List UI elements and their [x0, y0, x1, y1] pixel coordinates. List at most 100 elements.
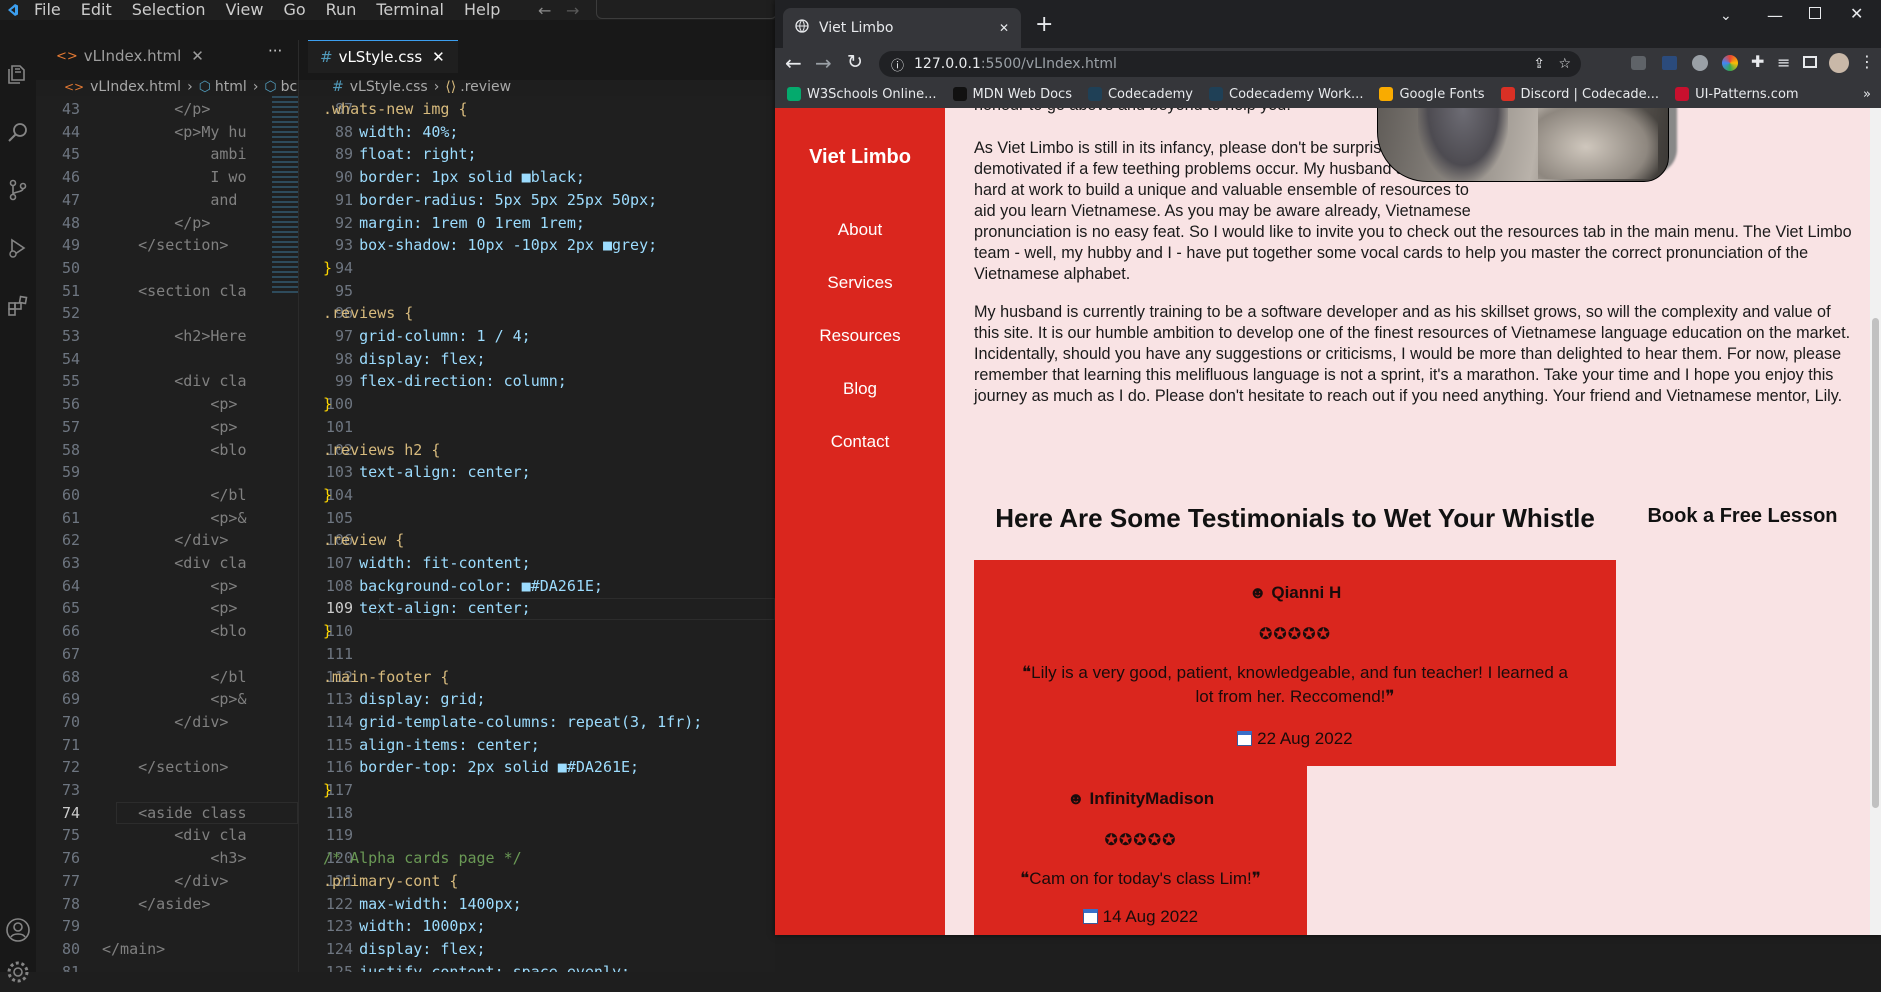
code-line: text-align: center; — [323, 463, 531, 482]
close-window-icon[interactable]: ✕ — [1850, 4, 1863, 23]
scrollbar-thumb[interactable] — [1872, 318, 1879, 808]
new-tab-button[interactable]: + — [1035, 12, 1053, 37]
breadcrumb-left: <> vLIndex.html › ⬡ html › ⬡ bc — [64, 76, 297, 98]
page-scrollbar[interactable] — [1870, 108, 1881, 935]
line-number: 43 — [61, 100, 80, 118]
menu-edit[interactable]: Edit — [71, 0, 122, 20]
run-debug-icon[interactable] — [0, 228, 36, 268]
bookmark-item[interactable]: W3Schools Online... — [787, 87, 937, 102]
nav-services[interactable]: Services — [775, 273, 945, 293]
reading-list-icon[interactable]: ≡ — [1777, 53, 1790, 72]
code-line: <p> — [102, 599, 238, 618]
code-line: width: 1000px; — [323, 917, 486, 936]
bookmark-item[interactable]: UI-Patterns.com — [1675, 87, 1799, 102]
review-date-text: 14 Aug 2022 — [1102, 907, 1199, 926]
line-number: 48 — [61, 213, 80, 232]
bookmark-star-icon[interactable]: ☆ — [1558, 56, 1571, 72]
vscode-logo-icon — [0, 0, 24, 20]
line-number: 68 — [61, 667, 80, 686]
browser-tab[interactable]: Viet Limbo ✕ — [783, 8, 1021, 48]
extensions-icon[interactable] — [0, 286, 36, 326]
bookmark-item[interactable]: MDN Web Docs — [952, 86, 1072, 102]
aside-heading[interactable]: Book a Free Lesson — [1630, 505, 1855, 528]
profile-avatar[interactable] — [1829, 53, 1849, 73]
bookmark-item[interactable]: Discord | Codecade... — [1500, 87, 1659, 102]
code-line: ambi — [102, 145, 247, 164]
nav-forward-icon[interactable]: → — [566, 1, 579, 20]
extension-4-icon[interactable] — [1722, 55, 1738, 71]
menu-kebab-icon[interactable]: ⋮ — [1859, 52, 1875, 71]
code-line: .review { — [323, 531, 405, 550]
brand-title[interactable]: Viet Limbo — [775, 146, 945, 169]
side-panel-icon[interactable] — [1803, 56, 1817, 68]
menu-go[interactable]: Go — [273, 0, 315, 20]
bookmark-item[interactable]: Codecademy Work... — [1209, 87, 1363, 102]
close-icon[interactable]: ✕ — [432, 48, 445, 66]
extension-1-icon[interactable] — [1631, 56, 1646, 70]
menu-terminal[interactable]: Terminal — [366, 0, 454, 20]
tab-vlindex-html[interactable]: <> vLIndex.html ✕ — [36, 40, 266, 72]
reload-icon[interactable]: ↻ — [847, 51, 863, 73]
back-icon[interactable]: ← — [785, 51, 802, 75]
menu-run[interactable]: Run — [316, 0, 367, 20]
extension-3-icon[interactable] — [1692, 55, 1708, 71]
site-info-icon[interactable]: ⓘ — [891, 55, 904, 74]
close-tab-icon[interactable]: ✕ — [999, 21, 1009, 35]
address-bar[interactable]: ⓘ 127.0.0.1:5500/vLIndex.html ⇪ ☆ — [879, 51, 1581, 77]
settings-gear-icon[interactable] — [0, 952, 36, 992]
menu-selection[interactable]: Selection — [122, 0, 216, 20]
line-number: 52 — [61, 304, 80, 323]
code-line: display: flex; — [323, 939, 486, 958]
bookmark-label: MDN Web Docs — [972, 86, 1072, 102]
nav-resources[interactable]: Resources — [775, 326, 945, 346]
nav-blog[interactable]: Blog — [775, 379, 945, 399]
tab-vlstyle-css[interactable]: # vLStyle.css ✕ — [308, 40, 458, 73]
more-actions-icon[interactable]: ··· — [268, 42, 282, 60]
html-editor[interactable]: 43 </p> 44 <p>My hu 45 ambi 46 I wo 47 and 48… — [36, 96, 298, 972]
nav-about[interactable]: About — [775, 220, 945, 240]
forward-icon[interactable]: → — [815, 51, 832, 75]
bookmark-item[interactable]: Codecademy — [1087, 87, 1193, 102]
ui-patterns-icon — [1675, 87, 1690, 101]
line-number: 51 — [61, 281, 80, 300]
breadcrumb-item[interactable]: bc — [281, 79, 298, 95]
vscode-menubar: File Edit Selection View Go Run Terminal… — [0, 0, 777, 20]
explorer-icon[interactable] — [0, 54, 36, 94]
mdn-icon — [952, 87, 967, 101]
bookmark-item[interactable]: Google Fonts — [1379, 87, 1485, 102]
code-line: grid-template-columns: repeat(3, 1fr); — [323, 712, 703, 731]
breadcrumb-item[interactable]: vLStyle.css — [350, 79, 428, 95]
line-number: 64 — [61, 576, 80, 595]
nav-contact[interactable]: Contact — [775, 432, 945, 452]
code-line: </bl — [102, 485, 247, 504]
close-icon[interactable]: ✕ — [191, 47, 204, 65]
menu-help[interactable]: Help — [454, 0, 510, 20]
command-center[interactable] — [596, 0, 777, 19]
nav-back-icon[interactable]: ← — [538, 1, 551, 20]
bookmarks-overflow-icon[interactable]: » — [1863, 87, 1871, 102]
extensions-puzzle-icon[interactable]: ✚ — [1751, 52, 1764, 71]
minimize-icon[interactable]: — — [1767, 6, 1783, 25]
css-editor[interactable]: 87 .whats-new img {88 width: 40%; 89 float… — [299, 96, 775, 972]
tab-search-icon[interactable]: ⌄ — [1720, 8, 1732, 24]
minimap[interactable] — [272, 96, 298, 296]
breadcrumb-item[interactable]: html — [215, 79, 247, 95]
menu-file[interactable]: File — [24, 0, 71, 20]
search-icon[interactable] — [0, 112, 36, 152]
menu-view[interactable]: View — [216, 0, 274, 20]
breadcrumb-item[interactable]: .review — [460, 79, 511, 95]
line-number: 75 — [61, 826, 80, 845]
source-control-icon[interactable] — [0, 170, 36, 210]
line-number: 105 — [325, 508, 353, 527]
star-rating: ✪✪✪✪✪ — [1258, 626, 1332, 643]
code-line: .whats-new img { — [323, 100, 468, 118]
extension-2-icon[interactable] — [1662, 56, 1677, 70]
line-number: 80 — [61, 939, 80, 958]
line-number: 81 — [61, 962, 80, 972]
breadcrumb-item[interactable]: vLIndex.html — [90, 79, 181, 95]
account-icon[interactable] — [0, 910, 36, 950]
code-line: <div cla — [102, 826, 247, 845]
maximize-icon[interactable] — [1809, 7, 1821, 19]
code-line: </section> — [102, 758, 229, 777]
share-icon[interactable]: ⇪ — [1533, 56, 1545, 72]
